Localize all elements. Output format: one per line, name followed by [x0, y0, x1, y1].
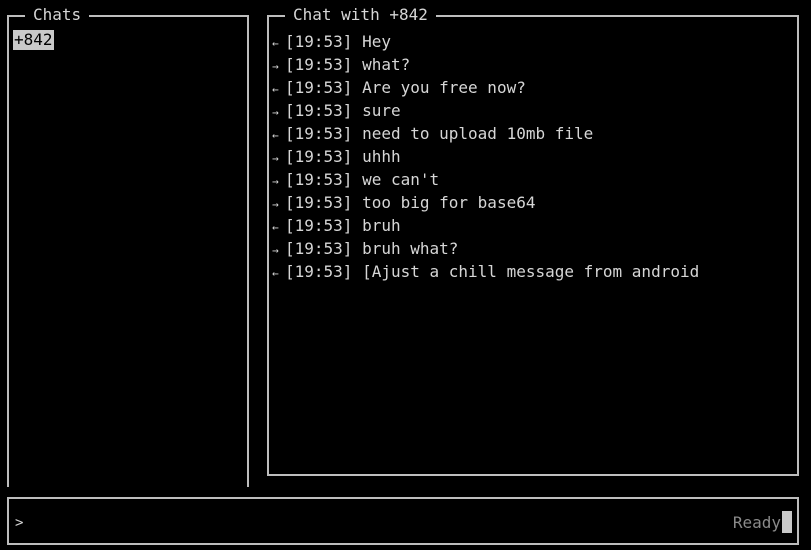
message-row: ← [19:53] [Ajust a chill message from and… [272, 260, 699, 283]
message-text: bruh what? [362, 239, 459, 258]
message-text: too big for base64 [362, 193, 536, 212]
chat-list-item[interactable]: +842 [13, 30, 54, 50]
message-timestamp: [19:53] [285, 170, 353, 189]
message-row: → [19:53] too big for base64 [272, 191, 699, 214]
incoming-arrow-icon: ← [272, 221, 279, 234]
status-text: Ready [732, 513, 781, 532]
conversation-panel: Chat with +842 ← [19:53] Hey → [19:53] what… [267, 5, 799, 476]
incoming-arrow-icon: ← [272, 37, 279, 50]
incoming-arrow-icon: ← [272, 129, 279, 142]
message-text: sure [362, 101, 401, 120]
outgoing-arrow-icon: → [272, 152, 279, 165]
outgoing-arrow-icon: → [272, 175, 279, 188]
message-timestamp: [19:53] [285, 124, 353, 143]
message-text: what? [362, 55, 411, 74]
message-row: → [19:53] sure [272, 99, 699, 122]
message-text: Hey [362, 32, 391, 51]
text-cursor [782, 511, 792, 533]
message-timestamp: [19:53] [285, 147, 353, 166]
chats-panel: Chats +842 [7, 5, 249, 487]
outgoing-arrow-icon: → [272, 198, 279, 211]
outgoing-arrow-icon: → [272, 106, 279, 119]
input-panel[interactable]: > Ready [7, 497, 799, 545]
message-timestamp: [19:53] [285, 239, 353, 258]
chat-list: +842 [13, 30, 54, 50]
message-timestamp: [19:53] [285, 262, 353, 281]
message-row: → [19:53] uhhh [272, 145, 699, 168]
message-text: we can't [362, 170, 440, 189]
message-timestamp: [19:53] [285, 32, 353, 51]
incoming-arrow-icon: ← [272, 267, 279, 280]
chats-panel-title: Chats [25, 5, 90, 25]
message-text: bruh [362, 216, 401, 235]
message-row: ← [19:53] need to upload 10mb file [272, 122, 699, 145]
message-text: Are you free now? [362, 78, 526, 97]
prompt-symbol: > [15, 515, 24, 531]
message-row: ← [19:53] bruh [272, 214, 699, 237]
message-timestamp: [19:53] [285, 55, 353, 74]
message-row: → [19:53] we can't [272, 168, 699, 191]
outgoing-arrow-icon: → [272, 60, 279, 73]
message-row: ← [19:53] Are you free now? [272, 76, 699, 99]
message-row: → [19:53] what? [272, 53, 699, 76]
message-text: need to upload 10mb file [362, 124, 594, 143]
conversation-title: Chat with +842 [285, 5, 436, 25]
message-timestamp: [19:53] [285, 193, 353, 212]
message-row: ← [19:53] Hey [272, 30, 699, 53]
message-timestamp: [19:53] [285, 78, 353, 97]
message-text: uhhh [362, 147, 401, 166]
message-row: → [19:53] bruh what? [272, 237, 699, 260]
message-timestamp: [19:53] [285, 101, 353, 120]
message-timestamp: [19:53] [285, 216, 353, 235]
message-list: ← [19:53] Hey → [19:53] what? ← [19:53] Are y… [272, 30, 699, 283]
message-text: [Ajust a chill message from android [362, 262, 700, 281]
outgoing-arrow-icon: → [272, 244, 279, 257]
chat-item-label[interactable]: +842 [13, 30, 54, 50]
incoming-arrow-icon: ← [272, 83, 279, 96]
